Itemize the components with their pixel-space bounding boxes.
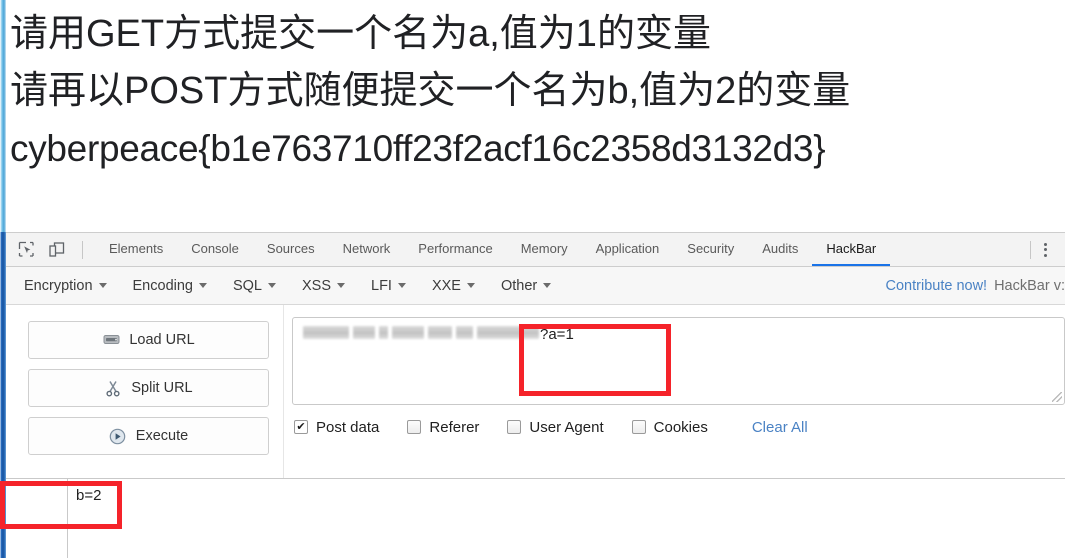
menu-lfi[interactable]: LFI	[371, 278, 406, 294]
menu-sql[interactable]: SQL	[233, 278, 276, 294]
checkbox-referer-box[interactable]	[407, 420, 422, 434]
checkbox-post-data[interactable]: ✔ Post data	[294, 419, 379, 436]
devtools-tool-icons	[6, 233, 95, 266]
checkbox-user-agent-label: User Agent	[529, 418, 604, 436]
execute-label: Execute	[135, 428, 189, 444]
chevron-down-icon	[198, 283, 207, 288]
menu-encoding-label: Encoding	[132, 277, 193, 294]
page-text-line-1: 请用GET方式提交一个名为a,值为1的变量	[10, 13, 711, 55]
checkbox-user-agent[interactable]: User Agent	[507, 418, 604, 436]
hackbar-version-label: HackBar v:	[994, 277, 1065, 294]
checkbox-referer-label: Referer	[429, 418, 480, 436]
split-url-label: Split URL	[131, 380, 193, 396]
checkbox-referer[interactable]: Referer	[407, 419, 479, 436]
menu-lfi-label: LFI	[371, 277, 392, 294]
chevron-down-icon	[98, 283, 107, 288]
split-url-button[interactable]: Split URL	[28, 369, 269, 407]
hackbar-menu-row: Encryption Encoding SQL XSS LFI XXE Othe…	[6, 267, 1065, 305]
hackbar-options-row: ✔ Post data Referer User Agent Cookies C…	[292, 405, 1065, 449]
hackbar-menu-right: Contribute now! HackBar v:	[886, 267, 1065, 304]
tab-performance[interactable]: Performance	[404, 233, 506, 266]
menu-encryption[interactable]: Encryption	[24, 278, 107, 294]
devtools-tab-list: Elements Console Sources Network Perform…	[95, 233, 1016, 266]
execute-button[interactable]: Execute	[28, 417, 269, 455]
url-resize-handle[interactable]	[1052, 392, 1062, 402]
inspect-element-icon[interactable]	[16, 240, 36, 260]
tab-audits[interactable]: Audits	[748, 233, 812, 266]
tab-security[interactable]: Security	[673, 233, 748, 266]
load-url-button[interactable]: Load URL	[28, 321, 269, 359]
chevron-down-icon	[543, 283, 552, 288]
post-data-input[interactable]: b=2	[68, 479, 868, 535]
menu-encoding[interactable]: Encoding	[133, 278, 207, 294]
contribute-link[interactable]: Contribute now!	[886, 278, 988, 294]
page-text-line-2: 请再以POST方式随便提交一个名为b,值为2的变量	[10, 70, 851, 112]
page-text-flag: cyberpeace{b1e763710ff23f2acf16c2358d313…	[10, 128, 826, 169]
post-data-area: b=2	[6, 478, 1065, 558]
device-toolbar-icon[interactable]	[46, 240, 66, 260]
devtools-more-wrap	[1016, 233, 1065, 266]
play-circle-icon	[109, 427, 127, 445]
menu-xxe-label: XXE	[431, 277, 461, 294]
menu-xss[interactable]: XSS	[302, 277, 346, 294]
tab-network[interactable]: Network	[329, 233, 405, 266]
devtools-panel: Elements Console Sources Network Perform…	[6, 232, 1065, 558]
load-url-label: Load URL	[129, 332, 195, 348]
screenshot-root: 请用GET方式提交一个名为a,值为1的变量 请再以POST方式随便提交一个名为b…	[0, 0, 1065, 558]
url-input[interactable]: ?a=1	[292, 317, 1065, 405]
checkbox-user-agent-box[interactable]	[507, 420, 522, 434]
tab-sources[interactable]: Sources	[253, 233, 329, 266]
menu-encryption-label: Encryption	[24, 277, 93, 294]
checkbox-cookies[interactable]: Cookies	[631, 418, 708, 436]
menu-xxe[interactable]: XXE	[432, 278, 475, 294]
server-icon	[102, 331, 120, 349]
checkbox-post-data-label: Post data	[316, 418, 380, 436]
tab-console[interactable]: Console	[177, 233, 253, 266]
url-field-wrap: ?a=1	[292, 317, 1065, 405]
chevron-down-icon	[466, 283, 475, 288]
menu-other-label: Other	[500, 277, 538, 294]
hackbar-body: Load URL Split URL Execute ?a=1 ✔ Post d…	[6, 305, 1065, 558]
tab-elements[interactable]: Elements	[95, 233, 177, 266]
url-visible-value: ?a=1	[540, 326, 574, 343]
url-redacted-text	[303, 326, 539, 339]
checkbox-post-data-box[interactable]: ✔	[294, 420, 308, 434]
chevron-down-icon	[337, 283, 346, 288]
chevron-down-icon	[397, 283, 406, 288]
scissors-icon	[104, 379, 122, 397]
menu-sql-label: SQL	[232, 277, 262, 294]
checkbox-cookies-label: Cookies	[653, 418, 708, 436]
toolbar-divider	[82, 240, 83, 259]
chevron-down-icon	[268, 283, 276, 288]
menu-other[interactable]: Other	[500, 277, 552, 294]
more-options-icon[interactable]	[1037, 241, 1053, 259]
tab-memory[interactable]: Memory	[507, 233, 582, 266]
kebab-divider	[1030, 240, 1031, 259]
checkbox-cookies-box[interactable]	[631, 420, 646, 434]
tab-hackbar[interactable]: HackBar	[812, 233, 891, 266]
devtools-tabbar: Elements Console Sources Network Perform…	[6, 233, 1065, 267]
page-content: 请用GET方式提交一个名为a,值为1的变量 请再以POST方式随便提交一个名为b…	[6, 0, 1065, 232]
tab-application[interactable]: Application	[582, 233, 674, 266]
clear-all-link[interactable]: Clear All	[752, 419, 808, 436]
menu-xss-label: XSS	[302, 277, 332, 294]
